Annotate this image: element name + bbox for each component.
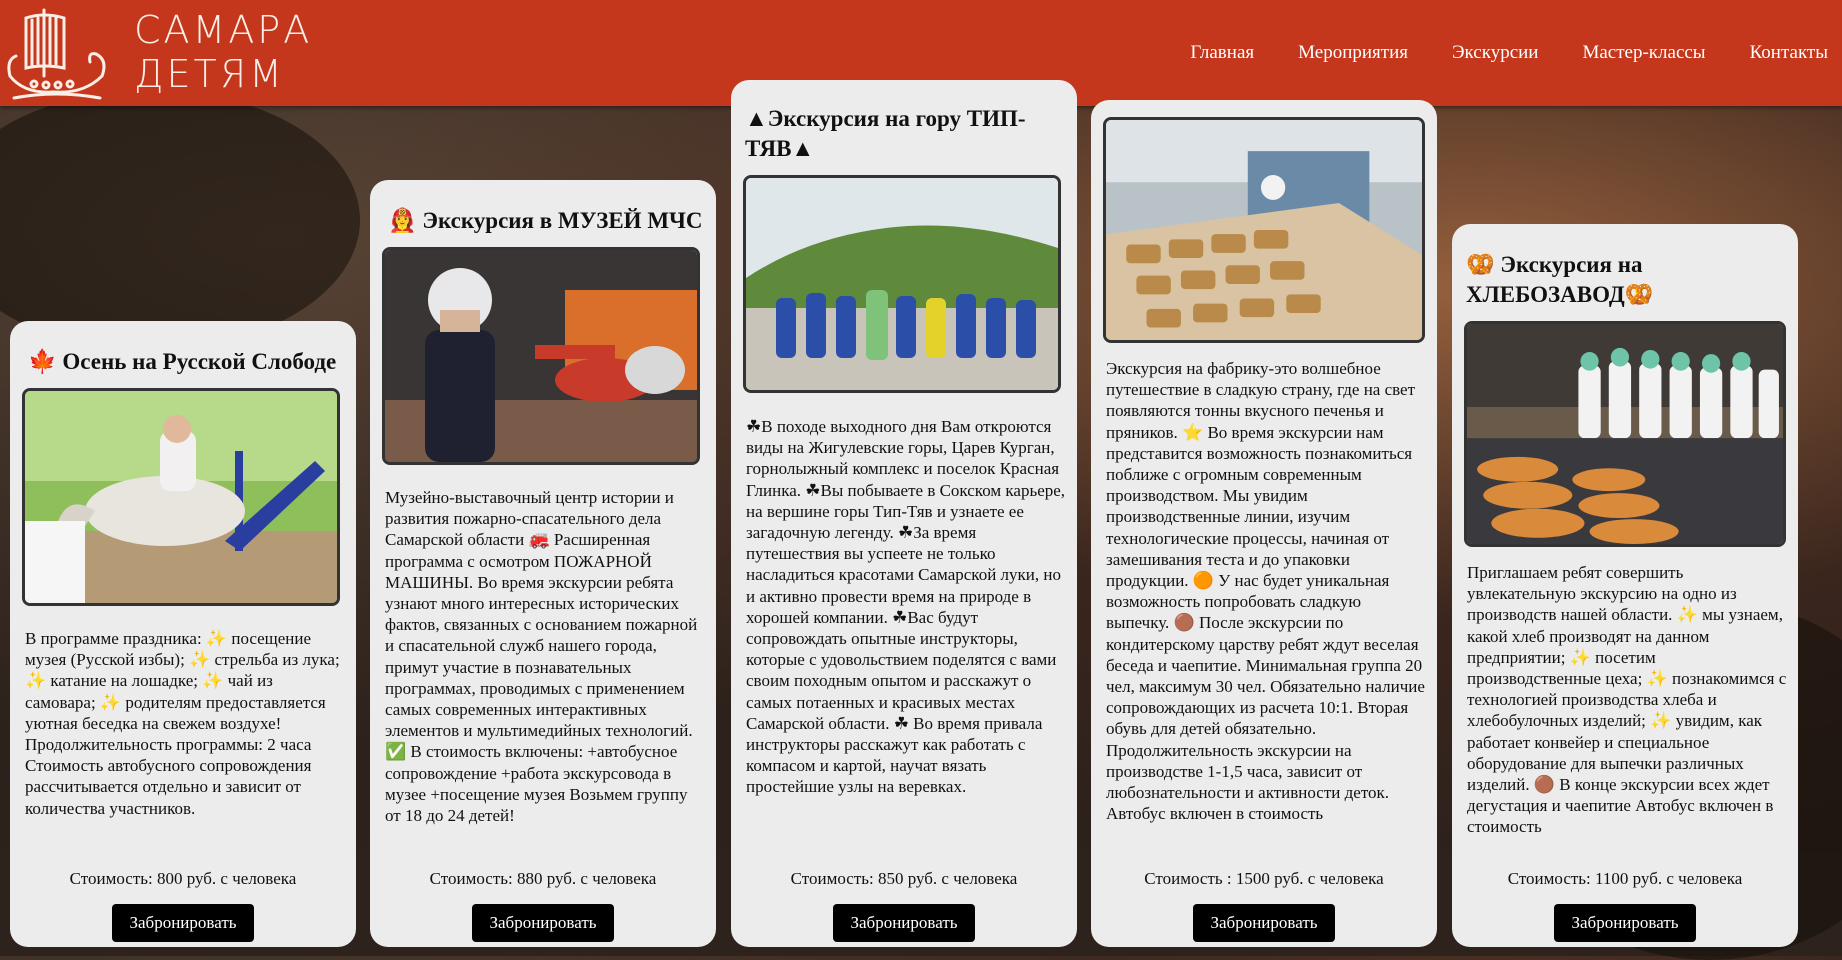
book-button[interactable]: Забронировать (833, 904, 975, 942)
site-logo-text[interactable]: САМАРА ДЕТЯМ (134, 8, 312, 96)
nav-link-contacts[interactable]: Контакты (1750, 42, 1828, 64)
card-price: Стоимость : 1500 руб. с человека (1144, 869, 1384, 888)
book-button[interactable]: Забронировать (1193, 904, 1335, 942)
card-price: Стоимость: 850 руб. с человека (790, 869, 1018, 888)
book-button[interactable]: Забронировать (1554, 904, 1696, 942)
card-price: Стоимость: 880 руб. с человека (429, 869, 657, 888)
card-title: 🍁 Осень на Русской Слободе (28, 349, 337, 374)
card-description: ☘В походе выходного дня Вам откроются ви… (746, 417, 1066, 797)
card-price: Стоимость: 1100 руб. с человека (1507, 869, 1743, 888)
nav-link-masterclasses[interactable]: Мастер-классы (1582, 42, 1705, 64)
nav-link-excursions[interactable]: Экскурсии (1452, 42, 1538, 64)
nav-link-events[interactable]: Мероприятия (1298, 42, 1408, 64)
book-button[interactable]: Забронировать (112, 904, 254, 942)
card-photo-fire-museum (382, 247, 700, 465)
card-description: Музейно-выставочный центр истории и разв… (385, 488, 698, 826)
card-photo-horse (22, 388, 340, 606)
excursion-card-biscuit-factory: Экскурсия на фабрику-это волшебное путеш… (1091, 100, 1437, 947)
card-title: ▲Экскурсия на гору ТИП-ТЯВ▲ (745, 106, 1026, 161)
card-description: Экскурсия на фабрику-это волшебное путеш… (1106, 359, 1425, 824)
book-button[interactable]: Забронировать (472, 904, 614, 942)
excursion-card-bread-factory: 🥨 Экскурсия на ХЛЕБОЗАВОД🥨 Приглашаем ре… (1452, 224, 1798, 947)
excursion-card-mchs-museum: 👩‍🚒 Экскурсия в МУЗЕЙ МЧС Музейно-выстав… (370, 180, 716, 947)
card-photo-bread-factory (1464, 321, 1786, 547)
logo-line-2: ДЕТЯМ (134, 52, 285, 96)
background-foliage (0, 90, 360, 350)
card-photo-biscuit-factory (1103, 117, 1425, 343)
card-price: Стоимость: 800 руб. с человека (69, 869, 297, 888)
excursion-card-autumn: 🍁 Осень на Русской Слободе В программе п… (10, 321, 356, 947)
main-nav: Главная Мероприятия Экскурсии Мастер-кла… (1190, 0, 1842, 106)
excursion-card-tip-tyav: ▲Экскурсия на гору ТИП-ТЯВ▲ ☘В походе вы… (731, 80, 1077, 947)
card-description: В программе праздника: ✨ посещение музея… (25, 629, 340, 818)
card-title: 👩‍🚒 Экскурсия в МУЗЕЙ МЧС (388, 208, 703, 233)
viking-ship-logo-icon[interactable] (4, 4, 108, 102)
logo-line-1: САМАРА (134, 8, 313, 52)
card-photo-mountain-group (743, 175, 1061, 393)
card-title: 🥨 Экскурсия на ХЛЕБОЗАВОД🥨 (1466, 252, 1654, 307)
nav-link-home[interactable]: Главная (1190, 42, 1254, 64)
card-description: Приглашаем ребят совершить увлекательную… (1467, 563, 1787, 837)
